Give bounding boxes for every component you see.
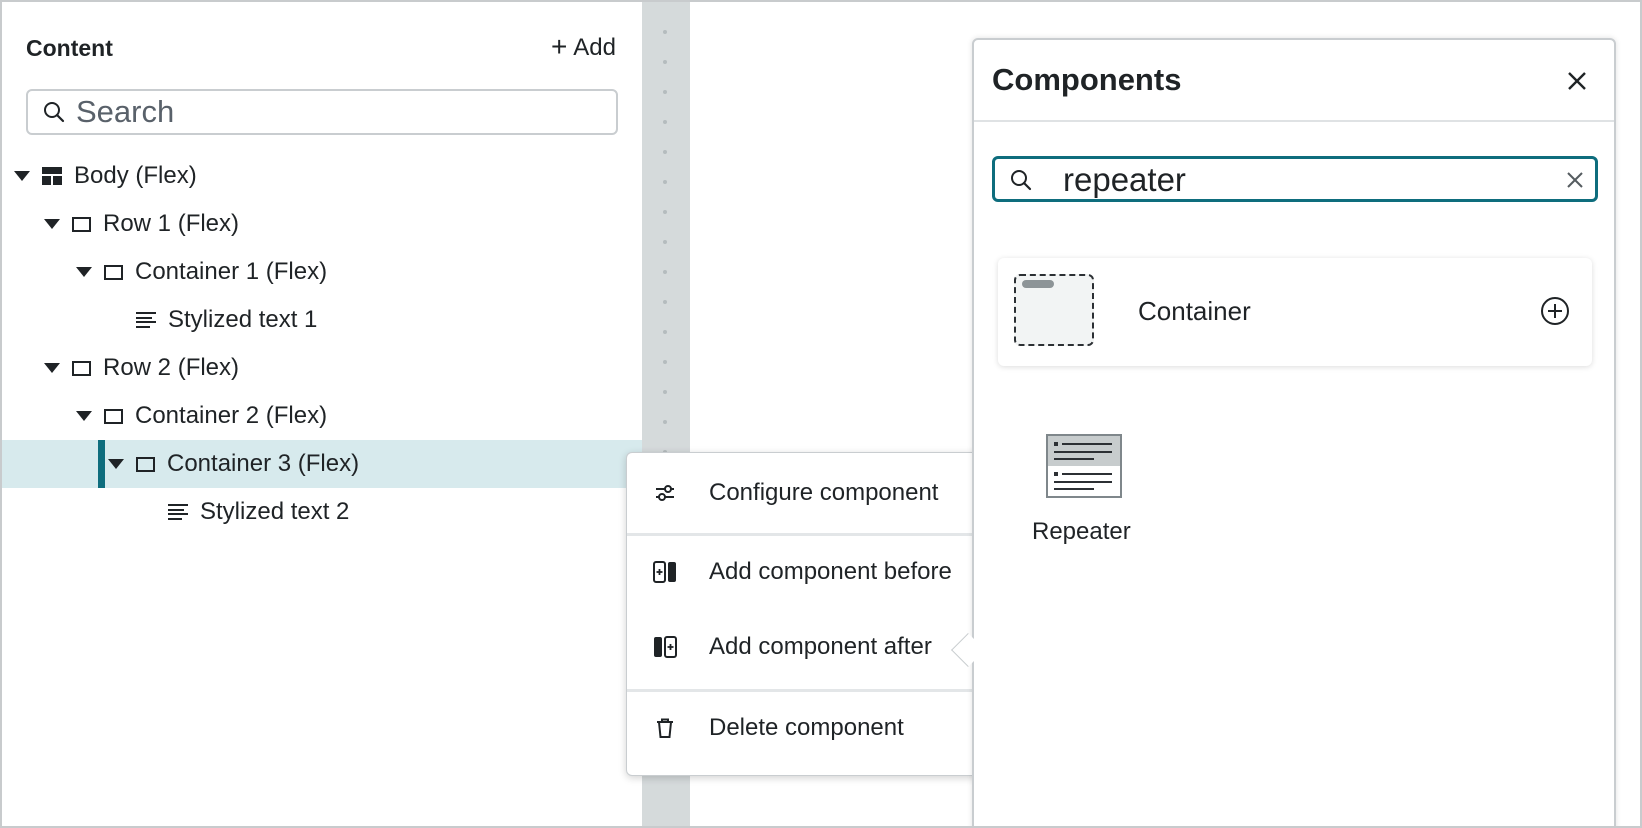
components-search-box[interactable]	[992, 156, 1598, 202]
tree-item-stylized-text-1[interactable]: Stylized text 1	[2, 296, 642, 344]
container-thumbnail-icon	[1014, 274, 1094, 346]
handle-dot	[663, 30, 667, 34]
tree-item-label: Stylized text 1	[168, 306, 318, 333]
caret-down-icon[interactable]	[44, 363, 60, 373]
box-icon	[72, 360, 91, 376]
trash-icon	[653, 716, 677, 740]
search-icon	[42, 100, 66, 129]
menu-item-delete-component[interactable]: Delete component	[627, 696, 985, 760]
tree-item-container-3[interactable]: Container 3 (Flex)	[2, 440, 642, 488]
box-icon	[104, 264, 123, 280]
content-search-box[interactable]	[26, 89, 618, 135]
repeater-thumbnail-icon	[1046, 434, 1122, 498]
thumbnail-bullet	[1054, 472, 1058, 476]
tree-item-stylized-text-2[interactable]: Stylized text 2	[2, 488, 642, 536]
thumbnail-line	[1054, 481, 1112, 483]
handle-dot	[663, 240, 667, 244]
caret-down-icon[interactable]	[76, 267, 92, 277]
menu-separator	[627, 689, 985, 692]
handle-dot	[663, 360, 667, 364]
text-lines-icon	[168, 504, 188, 520]
component-result-label: Container	[1138, 296, 1251, 326]
tree-item-row-2[interactable]: Row 2 (Flex)	[2, 344, 642, 392]
components-header-divider	[974, 120, 1614, 122]
menu-item-label: Configure component	[709, 479, 939, 506]
menu-separator	[627, 533, 985, 536]
insert-after-icon	[653, 635, 677, 659]
thumbnail-bullet	[1054, 442, 1058, 446]
tree-item-label: Row 2 (Flex)	[103, 354, 240, 381]
components-panel: Components Container	[972, 38, 1616, 826]
caret-down-icon[interactable]	[76, 411, 92, 421]
tree-item-label: Row 1 (Flex)	[103, 210, 240, 237]
menu-item-configure-component[interactable]: Configure component	[627, 461, 985, 525]
tree-item-container-1[interactable]: Container 1 (Flex)	[2, 248, 642, 296]
handle-dot	[663, 390, 667, 394]
content-title: Content	[26, 34, 113, 61]
component-result-repeater[interactable]: Repeater	[1032, 434, 1162, 554]
tree-item-label: Container 2 (Flex)	[135, 402, 328, 429]
tree-item-label: Container 1 (Flex)	[135, 258, 328, 285]
component-result-label: Repeater	[1032, 518, 1131, 545]
caret-down-icon[interactable]	[14, 171, 30, 181]
thumbnail-line	[1054, 451, 1112, 453]
clear-search-icon[interactable]	[1565, 170, 1585, 190]
components-search-input[interactable]	[1063, 161, 1523, 199]
content-panel: Content + Add Body (Flex) Row 1	[2, 2, 642, 826]
thumbnail-line	[1062, 473, 1112, 475]
content-header: Content + Add	[26, 32, 616, 64]
handle-dot	[663, 90, 667, 94]
menu-item-label: Add component before	[709, 558, 952, 585]
caret-down-icon[interactable]	[44, 219, 60, 229]
handle-dot	[663, 270, 667, 274]
handle-dot	[663, 420, 667, 424]
text-lines-icon	[136, 312, 156, 328]
tree-item-label: Body (Flex)	[74, 162, 197, 189]
search-icon	[1009, 168, 1033, 197]
menu-item-label: Delete component	[709, 714, 904, 741]
box-icon	[72, 216, 91, 232]
thumbnail-bar	[1022, 280, 1054, 288]
thumbnail-line	[1054, 488, 1094, 490]
plus-icon: +	[550, 30, 568, 62]
handle-dot	[663, 180, 667, 184]
handle-dot	[663, 60, 667, 64]
handle-dot	[663, 210, 667, 214]
box-icon	[136, 456, 155, 472]
content-search-input[interactable]	[76, 94, 556, 130]
component-result-container[interactable]: Container	[998, 258, 1592, 366]
tree-item-label: Stylized text 2	[200, 498, 350, 525]
box-icon	[104, 408, 123, 424]
caret-down-icon[interactable]	[108, 459, 124, 469]
handle-dot	[663, 330, 667, 334]
tree-item-container-2[interactable]: Container 2 (Flex)	[2, 392, 642, 440]
components-title: Components	[992, 62, 1182, 97]
handle-dot	[663, 300, 667, 304]
thumbnail-line	[1062, 443, 1112, 445]
insert-before-icon	[653, 560, 677, 584]
handle-dot	[663, 150, 667, 154]
thumbnail-line	[1054, 458, 1094, 460]
app-frame: Content + Add Body (Flex) Row 1	[0, 0, 1642, 828]
handle-dot	[663, 120, 667, 124]
add-button[interactable]: + Add	[550, 30, 616, 62]
tree-item-label: Container 3 (Flex)	[167, 450, 360, 477]
component-tree: Body (Flex) Row 1 (Flex) Container 1 (Fl…	[2, 152, 642, 536]
tree-item-row-1[interactable]: Row 1 (Flex)	[2, 200, 642, 248]
menu-item-label: Add component after	[709, 633, 932, 660]
layout-icon	[42, 167, 62, 185]
menu-item-add-component-after[interactable]: Add component after	[627, 615, 985, 679]
add-button-label: Add	[573, 34, 616, 61]
menu-item-add-component-before[interactable]: Add component before	[627, 540, 985, 604]
tree-item-body[interactable]: Body (Flex)	[2, 152, 642, 200]
close-icon[interactable]	[1564, 68, 1590, 94]
add-circle-icon[interactable]	[1540, 296, 1570, 326]
context-menu: Configure component Add component before…	[626, 452, 986, 776]
sliders-icon	[653, 481, 677, 505]
